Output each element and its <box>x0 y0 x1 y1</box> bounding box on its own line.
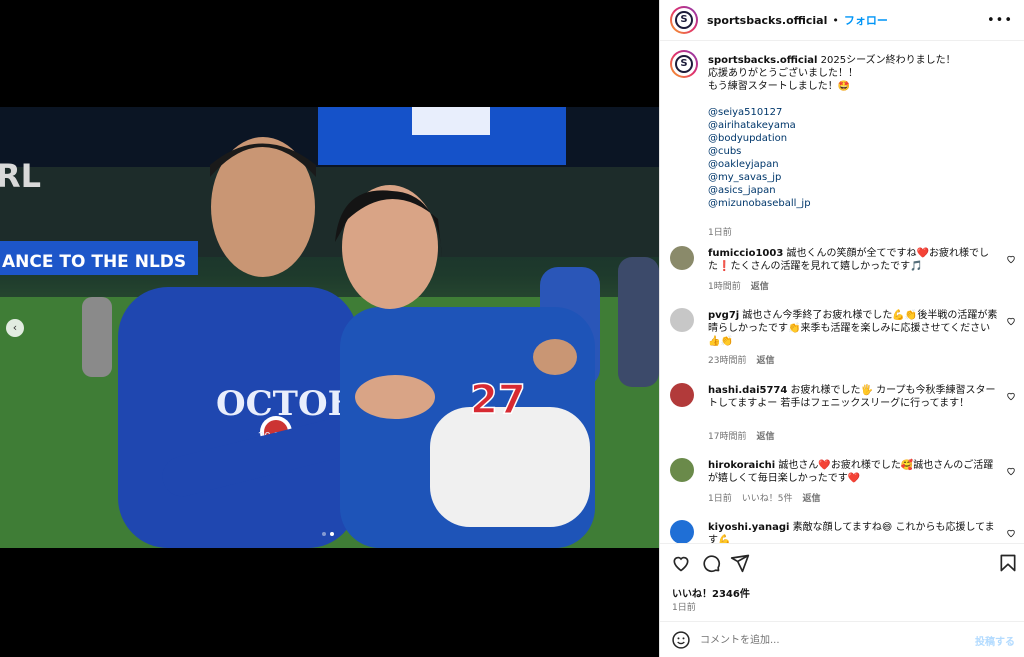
comments-scroll-area[interactable]: S sportsbacks.official 2025シーズン終わりました！ 応… <box>660 42 1024 543</box>
comment-text: pvg7j 誠也さん今季終了お疲れ様でした💪👏後半戦の活躍が素晴らしかったです👏… <box>708 309 998 348</box>
comment-like-count[interactable]: いいね！5件 <box>742 491 793 504</box>
commenter-avatar[interactable] <box>670 246 694 270</box>
commenter-avatar[interactable] <box>670 520 694 543</box>
like-comment-heart-icon[interactable] <box>1006 391 1016 401</box>
caption-timestamp: 1日前 <box>708 228 732 238</box>
commenter-username[interactable]: hirokoraichi <box>708 460 775 471</box>
comment-time: 1日前 <box>708 494 732 504</box>
author-avatar[interactable]: S <box>670 6 698 34</box>
post-comment-button[interactable]: 投稿する <box>975 633 1015 648</box>
nlds-banner-text: ANCE TO THE NLDS <box>2 252 186 272</box>
caption-mention-link[interactable]: @mizunobaseball_jp <box>708 197 1008 210</box>
post-timestamp: 1日前 <box>672 603 696 613</box>
like-comment-heart-icon[interactable] <box>1006 254 1016 264</box>
save-bookmark-icon[interactable] <box>998 553 1018 573</box>
stadium-sign-text: RL <box>0 157 41 195</box>
follow-button[interactable]: フォロー <box>844 12 888 28</box>
previous-slide-button[interactable]: ‹ <box>6 319 24 337</box>
like-heart-icon[interactable] <box>671 553 691 573</box>
caption-mention-link[interactable]: @bodyupdation <box>708 132 1008 145</box>
jersey-number-text: 27 <box>470 377 526 423</box>
post-actions-bar: いいね！2346件 1日前 <box>660 543 1024 623</box>
caption-mention-link[interactable]: @oakleyjapan <box>708 158 1008 171</box>
caption-avatar[interactable]: S <box>670 50 698 78</box>
caption-mention-link[interactable]: @my_savas_jp <box>708 171 1008 184</box>
comment-meta: 1時間前 返信 <box>708 279 769 292</box>
post-side-panel: S sportsbacks.official • フォロー ••• S spor… <box>659 0 1024 657</box>
brand-logo-icon: S <box>675 55 693 73</box>
comment-text: hashi.dai5774 お疲れ様でした🖐 カープも今秋季練習スタートしてます… <box>708 384 998 410</box>
photo-illustration: RL ANCE TO THE NLDS OCTOBER 20 25 <box>0 107 659 548</box>
comment-bubble-icon[interactable] <box>701 553 721 573</box>
caption-text: sportsbacks.official 2025シーズン終わりました！ 応援あ… <box>708 54 1008 210</box>
comment-text: hirokoraichi 誠也さん❤️お疲れ様でした🥰誠也さんのご活躍が嬉しくて… <box>708 459 998 485</box>
commenter-username[interactable]: hashi.dai5774 <box>708 385 787 396</box>
commenter-username[interactable]: kiyoshi.yanagi <box>708 522 789 533</box>
carousel-dot <box>322 532 326 536</box>
carousel-indicator <box>322 532 334 536</box>
comment-meta: 23時間前 返信 <box>708 353 774 366</box>
emoji-picker-icon[interactable] <box>671 630 691 650</box>
commenter-username[interactable]: pvg7j <box>708 310 739 321</box>
more-options-icon[interactable]: ••• <box>987 13 1013 28</box>
commenter-username[interactable]: fumiccio1003 <box>708 248 783 259</box>
commenter-avatar[interactable] <box>670 458 694 482</box>
reply-button[interactable]: 返信 <box>756 429 774 442</box>
commenter-avatar[interactable] <box>670 383 694 407</box>
comment-meta: 1日前 いいね！5件 返信 <box>708 491 820 504</box>
like-comment-heart-icon[interactable] <box>1006 528 1016 538</box>
caption-line: もう練習スタートしました！🤩 <box>708 81 851 92</box>
comment-content: 誠也さん今季終了お疲れ様でした💪👏後半戦の活躍が素晴らしかったです👏来季も活躍を… <box>708 310 998 347</box>
caption-mention-link[interactable]: @airihatakeyama <box>708 119 1008 132</box>
header-separator: • <box>832 13 839 27</box>
like-count[interactable]: いいね！2346件 <box>672 585 750 600</box>
author-username[interactable]: sportsbacks.official <box>707 14 827 27</box>
comment-meta: 17時間前 返信 <box>708 429 774 442</box>
comment-text: kiyoshi.yanagi 素敵な顔してますね😄 これからも応援してます💪 <box>708 521 998 543</box>
instagram-post-modal: RL ANCE TO THE NLDS OCTOBER 20 25 <box>0 0 1024 657</box>
post-photo[interactable]: RL ANCE TO THE NLDS OCTOBER 20 25 <box>0 107 659 548</box>
caption-username[interactable]: sportsbacks.official <box>708 55 817 66</box>
comment-text: fumiccio1003 誠也くんの笑顔が全てですね❤️お疲れ様でした❗️たくさ… <box>708 247 998 273</box>
comment-time: 1時間前 <box>708 282 741 292</box>
post-header: S sportsbacks.official • フォロー ••• <box>660 0 1024 41</box>
like-comment-heart-icon[interactable] <box>1006 316 1016 326</box>
caption-mention-link[interactable]: @asics_japan <box>708 184 1008 197</box>
media-pane: RL ANCE TO THE NLDS OCTOBER 20 25 <box>0 0 659 657</box>
caption-mention-link[interactable]: @cubs <box>708 145 1008 158</box>
brand-logo-icon: S <box>675 11 693 29</box>
like-comment-heart-icon[interactable] <box>1006 466 1016 476</box>
reply-button[interactable]: 返信 <box>802 491 820 504</box>
reply-button[interactable]: 返信 <box>756 353 774 366</box>
reply-button[interactable]: 返信 <box>751 279 769 292</box>
comment-time: 17時間前 <box>708 432 747 442</box>
commenter-avatar[interactable] <box>670 308 694 332</box>
comment-time: 23時間前 <box>708 356 747 366</box>
caption-line: 2025シーズン終わりました！ <box>820 55 956 66</box>
comment-composer: 投稿する <box>660 621 1024 657</box>
caption-line: 応援ありがとうございました！！ <box>708 68 858 79</box>
share-send-icon[interactable] <box>730 553 750 573</box>
comment-input[interactable] <box>700 631 960 649</box>
carousel-dot-active <box>330 532 334 536</box>
caption-mention-link[interactable]: @seiya510127 <box>708 106 1008 119</box>
